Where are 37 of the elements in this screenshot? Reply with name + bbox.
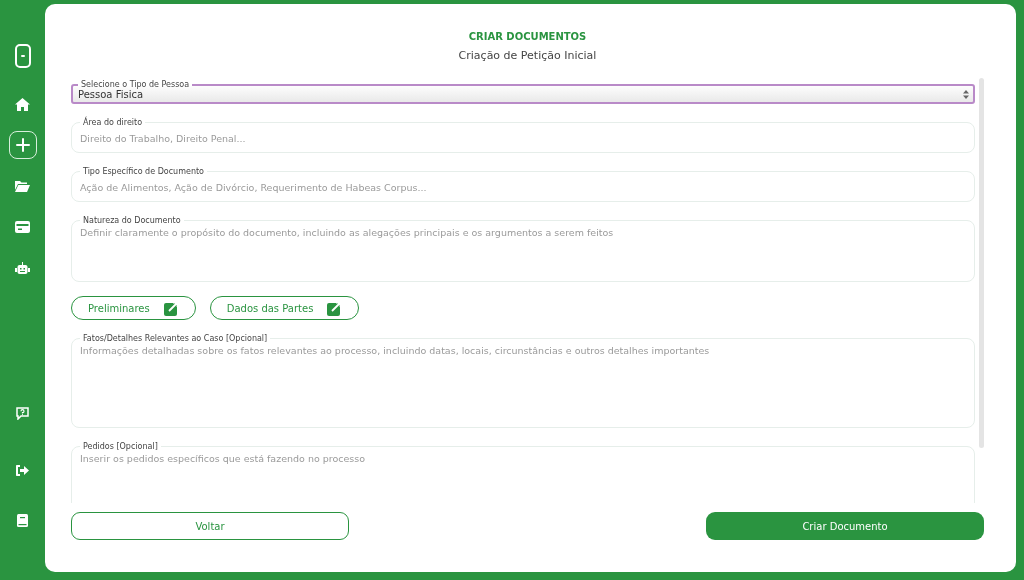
text-area[interactable]: Definir claramente o propósito do documento, incluindo as alegações principais e os argumentos a serem feitos xyxy=(80,225,966,271)
text-input[interactable]: Ação de Alimentos, Ação de Divórcio, Requerimento de Habeas Corpus... xyxy=(80,180,966,195)
field-label: Natureza do Documento xyxy=(82,216,182,225)
form-field[interactable]: Área do direito Direito do Trabalho, Direito Penal... xyxy=(71,118,975,153)
logo-icon xyxy=(13,43,32,69)
form-field[interactable]: Tipo Específico de Documento Ação de Alimentos, Ação de Divórcio, Requerimento de Habeas Corpus... xyxy=(71,167,975,202)
field-label: Tipo Específico de Documento xyxy=(82,167,205,176)
external-link-icon xyxy=(327,300,343,316)
text-area[interactable]: Informações detalhadas sobre os fatos relevantes ao processo, incluindo datas, locais, circunstâncias e outros detalhes importantes xyxy=(80,343,966,417)
page-title: CRIAR DOCUMENTOS xyxy=(468,31,587,42)
help-icon xyxy=(16,406,29,420)
select-value: Pessoa Fisica xyxy=(78,89,144,100)
create-document-button[interactable]: Criar Documento xyxy=(706,512,984,540)
page-subtitle: Criação de Petição Inicial xyxy=(458,49,597,62)
credit-card-icon xyxy=(15,221,30,233)
text-input[interactable]: Direito do Trabalho, Direito Penal... xyxy=(80,131,966,146)
plus-nav-item[interactable] xyxy=(8,131,37,159)
scrollbar[interactable] xyxy=(979,78,984,448)
book-icon xyxy=(17,513,28,527)
back-button[interactable]: Voltar xyxy=(71,512,349,540)
open-link-button[interactable]: Preliminares xyxy=(71,296,196,320)
form-field[interactable]: Fatos/Detalhes Relevantes ao Caso [Opcional] Informações detalhadas sobre os fatos relevantes ao processo, incluindo datas, locais, circunstâncias e outros detalhes importantes xyxy=(71,334,975,428)
folder-icon xyxy=(15,180,30,192)
text-area[interactable]: Inserir os pedidos específicos que está fazendo no processo xyxy=(80,451,966,503)
form-field[interactable]: Natureza do Documento Definir claramente o propósito do documento, incluindo as alegações principais e os argumentos a serem feitos xyxy=(71,216,975,282)
open-link-button[interactable]: Dados das Partes xyxy=(209,296,360,320)
plus-icon xyxy=(15,138,30,152)
field-label: Pedidos [Opcional] xyxy=(82,442,159,451)
external-link-icon xyxy=(163,300,179,316)
robot-icon xyxy=(15,261,30,275)
field-label: Selecione o Tipo de Pessoa xyxy=(80,80,191,89)
person-type-select[interactable]: Selecione o Tipo de Pessoa Pessoa Fisica xyxy=(71,80,975,104)
logout-icon xyxy=(16,464,29,476)
select-arrows-icon xyxy=(963,90,969,99)
home-icon xyxy=(15,97,30,111)
field-label: Fatos/Detalhes Relevantes ao Caso [Opcional] xyxy=(82,334,269,343)
field-label: Área do direito xyxy=(82,118,144,127)
